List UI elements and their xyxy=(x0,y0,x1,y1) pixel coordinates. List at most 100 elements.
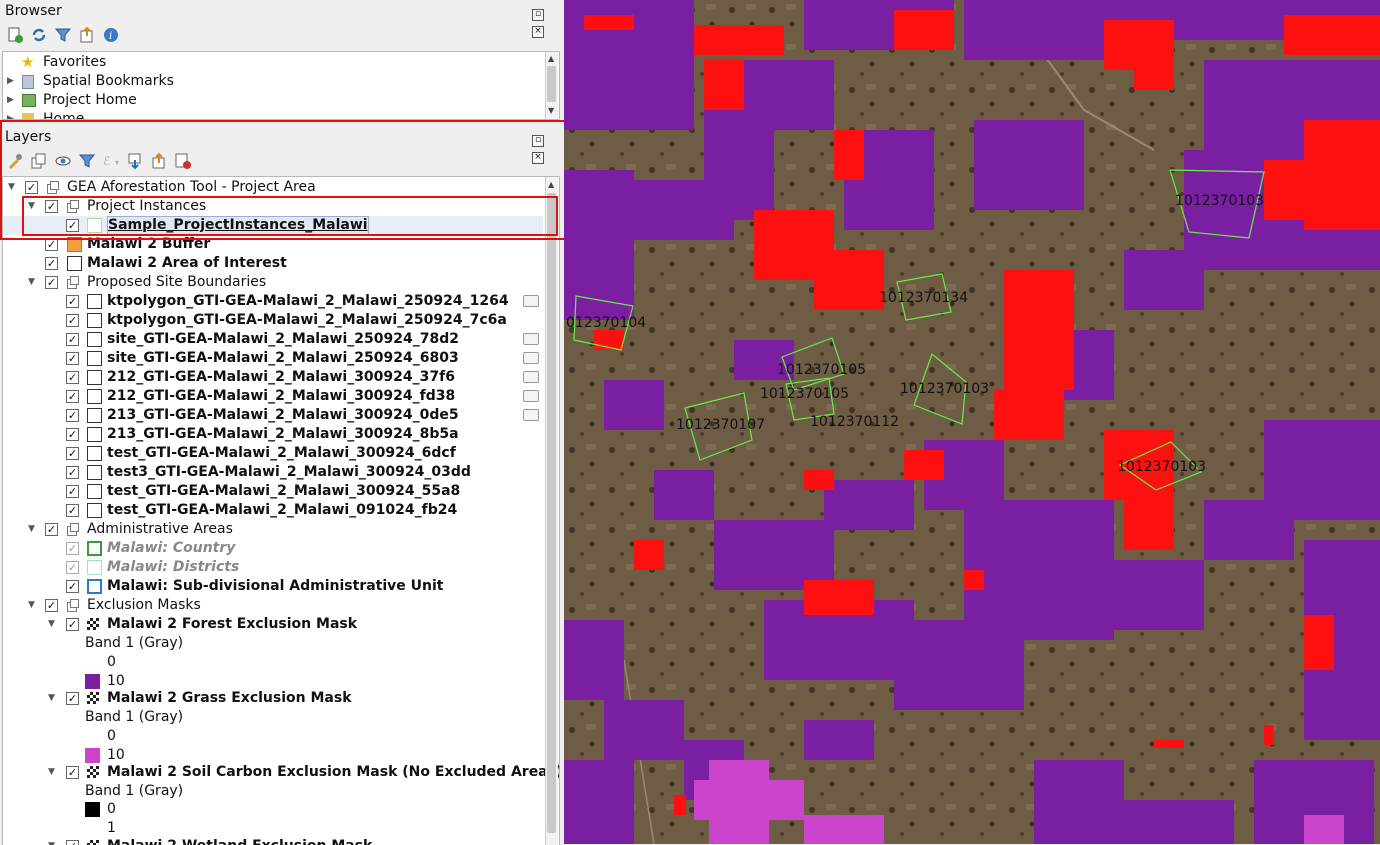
layer-sample-project-instances[interactable]: ✓ Sample_ProjectInstances_Malawi xyxy=(3,216,543,235)
layer-site[interactable]: ✓ site_GTI-GEA-Malawi_2_Malawi_250924_68… xyxy=(3,349,543,368)
collapse-arrow-icon[interactable]: ▼ xyxy=(48,763,58,782)
expand-all-icon[interactable] xyxy=(126,152,144,170)
layers-dock-controls[interactable]: ▫× xyxy=(530,130,556,164)
visibility-checkbox[interactable]: ✓ xyxy=(25,181,38,194)
visibility-checkbox[interactable]: ✓ xyxy=(66,333,79,346)
browser-item-favorites[interactable]: ★ Favorites xyxy=(3,53,543,72)
visibility-checkbox[interactable]: ✓ xyxy=(66,371,79,384)
collapse-all-icon[interactable] xyxy=(78,26,96,44)
left-panel: Browser ▫× i ★ Favorites ▶ Spatial Bookm… xyxy=(0,0,566,845)
layer-districts[interactable]: ✓ Malawi: Districts xyxy=(3,558,543,577)
filter-indicator-icon[interactable] xyxy=(523,409,539,421)
visibility-checkbox[interactable]: ✓ xyxy=(45,523,58,536)
layer-label: Exclusion Masks xyxy=(87,597,201,613)
layer-group-exclusion[interactable]: ▼ ✓ Exclusion Masks xyxy=(3,596,543,615)
layer-subdivisions[interactable]: ✓ Malawi: Sub-divisional Administrative … xyxy=(3,577,543,596)
layers-scrollbar[interactable]: ▲ xyxy=(545,177,558,845)
collapse-arrow-icon[interactable]: ▼ xyxy=(28,596,38,615)
add-layer-icon[interactable] xyxy=(6,26,24,44)
expression-filter-icon[interactable]: ℰ ▾ xyxy=(102,152,120,170)
filter-legend-icon[interactable] xyxy=(78,152,96,170)
visibility-checkbox[interactable]: ✓ xyxy=(66,766,79,779)
layer-group-proposed-sites[interactable]: ▼ ✓ Proposed Site Boundaries xyxy=(3,273,543,292)
expand-arrow-icon[interactable]: ▶ xyxy=(7,72,17,91)
layer-country[interactable]: ✓ Malawi: Country xyxy=(3,539,543,558)
layer-site[interactable]: ✓ 212_GTI-GEA-Malawi_2_Malawi_300924_fd3… xyxy=(3,387,543,406)
layer-grass-mask[interactable]: ▼ ✓ Malawi 2 Grass Exclusion Mask xyxy=(3,689,543,708)
visibility-checkbox[interactable]: ✓ xyxy=(66,618,79,631)
visibility-checkbox[interactable]: ✓ xyxy=(66,295,79,308)
collapse-arrow-icon[interactable]: ▼ xyxy=(28,520,38,539)
filter-indicator-icon[interactable] xyxy=(523,333,539,345)
layer-site[interactable]: ✓ 213_GTI-GEA-Malawi_2_Malawi_300924_8b5… xyxy=(3,425,543,444)
add-group-icon[interactable] xyxy=(30,152,48,170)
close-icon[interactable]: × xyxy=(532,26,544,38)
layer-group-admin[interactable]: ▼ ✓ Administrative Areas xyxy=(3,520,543,539)
visibility-checkbox[interactable]: ✓ xyxy=(66,409,79,422)
visibility-checkbox[interactable]: ✓ xyxy=(66,840,79,845)
collapse-arrow-icon[interactable]: ▼ xyxy=(28,273,38,292)
expand-arrow-icon[interactable]: ▶ xyxy=(7,91,17,110)
collapse-arrow-icon[interactable]: ▼ xyxy=(8,178,18,197)
layer-label: 212_GTI-GEA-Malawi_2_Malawi_300924_37f6 xyxy=(107,369,455,385)
browser-item-project-home[interactable]: ▶ Project Home xyxy=(3,91,543,110)
float-icon[interactable]: ▫ xyxy=(532,9,544,21)
layer-site[interactable]: ✓ test_GTI-GEA-Malawi_2_Malawi_300924_55… xyxy=(3,482,543,501)
legend-value: 0 xyxy=(107,801,116,817)
layer-area-of-interest[interactable]: ✓ Malawi 2 Area of Interest xyxy=(3,254,543,273)
visibility-eye-icon[interactable] xyxy=(54,152,72,170)
layer-malawi-buffer[interactable]: ✓ Malawi 2 Buffer xyxy=(3,235,543,254)
filter-indicator-icon[interactable] xyxy=(523,352,539,364)
refresh-icon[interactable] xyxy=(30,26,48,44)
visibility-checkbox[interactable]: ✓ xyxy=(66,428,79,441)
visibility-checkbox[interactable]: ✓ xyxy=(66,542,79,555)
layer-group-root[interactable]: ▼ ✓ GEA Aforestation Tool - Project Area xyxy=(3,178,543,197)
remove-layer-icon[interactable] xyxy=(174,152,192,170)
layer-forest-mask[interactable]: ▼ ✓ Malawi 2 Forest Exclusion Mask xyxy=(3,615,543,634)
layer-soil-mask[interactable]: ▼ ✓ Malawi 2 Soil Carbon Exclusion Mask … xyxy=(3,763,559,782)
visibility-checkbox[interactable]: ✓ xyxy=(66,390,79,403)
visibility-checkbox[interactable]: ✓ xyxy=(45,599,58,612)
layer-site[interactable]: ✓ test_GTI-GEA-Malawi_2_Malawi_300924_6d… xyxy=(3,444,543,463)
layer-site[interactable]: ✓ 212_GTI-GEA-Malawi_2_Malawi_300924_37f… xyxy=(3,368,543,387)
visibility-checkbox[interactable]: ✓ xyxy=(45,238,58,251)
visibility-checkbox[interactable]: ✓ xyxy=(66,447,79,460)
layer-site[interactable]: ✓ 213_GTI-GEA-Malawi_2_Malawi_300924_0de… xyxy=(3,406,543,425)
visibility-checkbox[interactable]: ✓ xyxy=(66,485,79,498)
visibility-checkbox[interactable]: ✓ xyxy=(66,561,79,574)
filter-indicator-icon[interactable] xyxy=(523,390,539,402)
visibility-checkbox[interactable]: ✓ xyxy=(66,219,79,232)
visibility-checkbox[interactable]: ✓ xyxy=(66,314,79,327)
float-icon[interactable]: ▫ xyxy=(532,135,544,147)
browser-dock-controls[interactable]: ▫× xyxy=(530,4,556,38)
visibility-checkbox[interactable]: ✓ xyxy=(45,257,58,270)
filter-indicator-icon[interactable] xyxy=(523,371,539,383)
collapse-arrow-icon[interactable]: ▼ xyxy=(28,197,38,216)
layer-site[interactable]: ✓ test_GTI-GEA-Malawi_2_Malawi_091024_fb… xyxy=(3,501,543,520)
browser-item-spatial-bookmarks[interactable]: ▶ Spatial Bookmarks xyxy=(3,72,543,91)
filter-icon[interactable] xyxy=(54,26,72,44)
browser-item-home[interactable]: ▶ Home xyxy=(3,110,543,119)
collapse-arrow-icon[interactable]: ▼ xyxy=(48,689,58,708)
style-brush-icon[interactable] xyxy=(6,152,24,170)
visibility-checkbox[interactable]: ✓ xyxy=(66,466,79,479)
expand-arrow-icon[interactable]: ▶ xyxy=(7,110,17,119)
visibility-checkbox[interactable]: ✓ xyxy=(66,580,79,593)
visibility-checkbox[interactable]: ✓ xyxy=(66,692,79,705)
info-icon[interactable]: i xyxy=(102,26,120,44)
layer-group-project-instances[interactable]: ▼ ✓ Project Instances xyxy=(3,197,543,216)
visibility-checkbox[interactable]: ✓ xyxy=(66,504,79,517)
filter-indicator-icon[interactable] xyxy=(523,295,539,307)
close-icon[interactable]: × xyxy=(532,152,544,164)
layer-site[interactable]: ✓ test3_GTI-GEA-Malawi_2_Malawi_300924_0… xyxy=(3,463,543,482)
collapse-all-icon[interactable] xyxy=(150,152,168,170)
browser-scrollbar[interactable]: ▲ ▼ xyxy=(545,52,558,119)
visibility-checkbox[interactable]: ✓ xyxy=(45,276,58,289)
layer-site[interactable]: ✓ ktpolygon_GTI-GEA-Malawi_2_Malawi_2509… xyxy=(3,311,543,330)
layer-site[interactable]: ✓ ktpolygon_GTI-GEA-Malawi_2_Malawi_2509… xyxy=(3,292,543,311)
layer-site[interactable]: ✓ site_GTI-GEA-Malawi_2_Malawi_250924_78… xyxy=(3,330,543,349)
visibility-checkbox[interactable]: ✓ xyxy=(45,200,58,213)
map-canvas[interactable]: 1012370103 1012370134 012370104 10123701… xyxy=(564,0,1380,844)
collapse-arrow-icon[interactable]: ▼ xyxy=(48,615,58,634)
visibility-checkbox[interactable]: ✓ xyxy=(66,352,79,365)
